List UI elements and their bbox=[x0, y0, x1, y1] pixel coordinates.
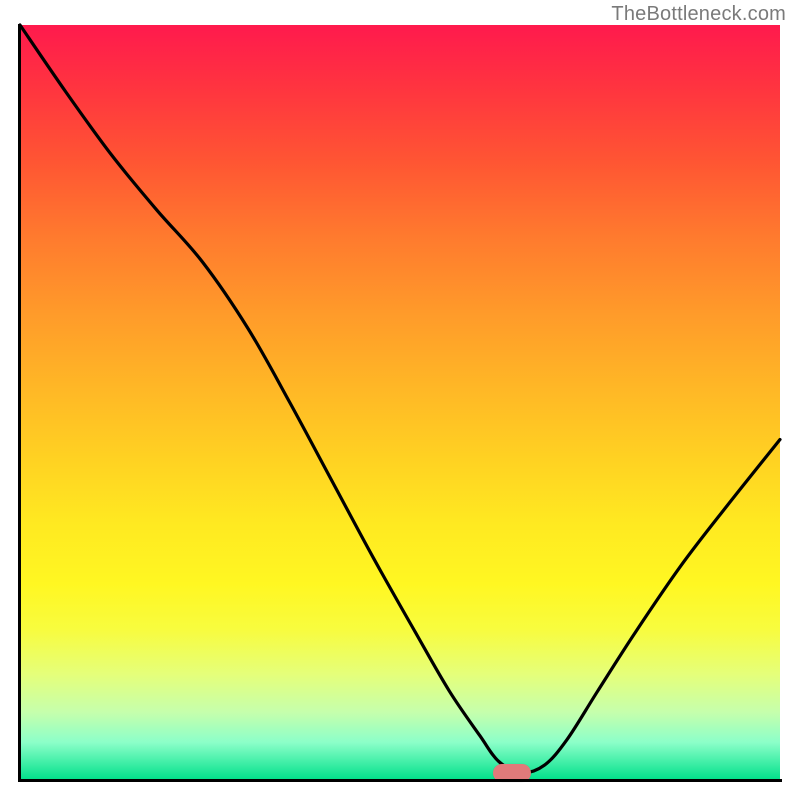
x-axis bbox=[18, 779, 782, 782]
bottleneck-curve bbox=[20, 25, 780, 780]
bottleneck-chart: TheBottleneck.com bbox=[0, 0, 800, 800]
y-axis bbox=[18, 24, 21, 782]
watermark-text: TheBottleneck.com bbox=[611, 3, 786, 26]
